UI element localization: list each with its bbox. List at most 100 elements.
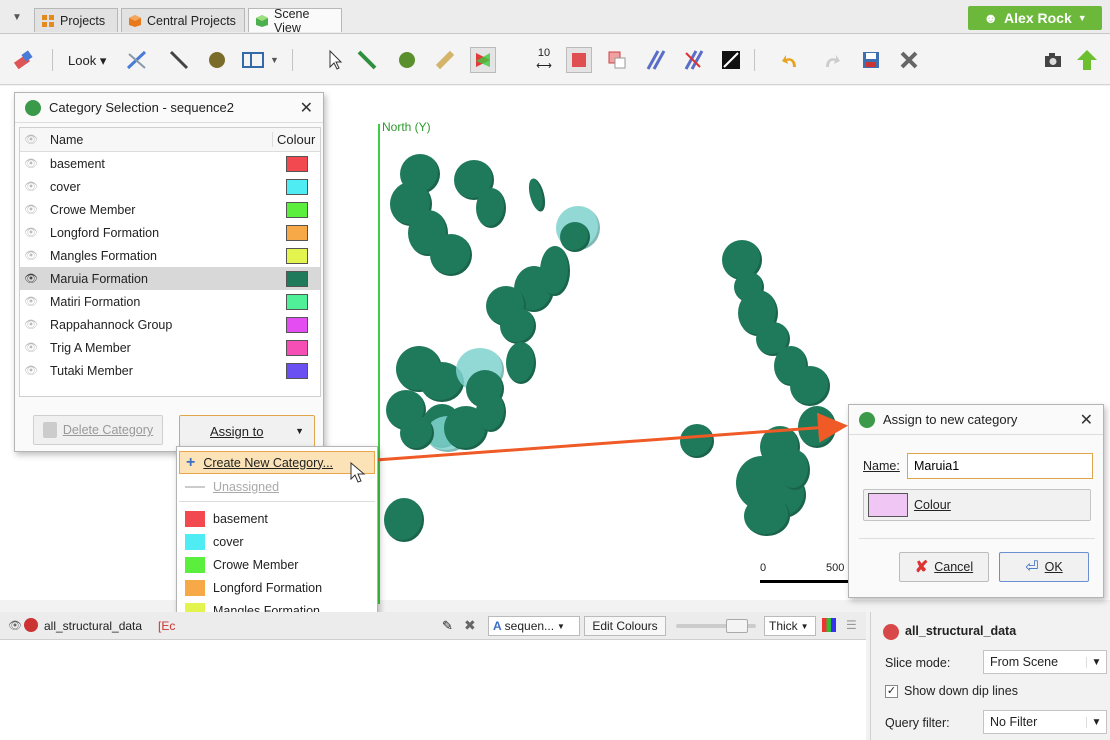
menu-item-create-new-category[interactable]: + Create New Category... <box>179 451 375 474</box>
opacity-slider-handle[interactable] <box>726 619 748 633</box>
eye-icon[interactable]: 👁 <box>20 249 42 262</box>
undo-icon[interactable] <box>778 47 804 73</box>
redo-icon[interactable] <box>818 47 844 73</box>
clip-box-icon[interactable] <box>604 47 630 73</box>
menu-item-label: Longford Formation <box>213 580 323 595</box>
category-row[interactable]: 👁 Rappahannock Group <box>20 313 320 336</box>
edit-colours-button[interactable]: Edit Colours <box>584 616 666 636</box>
category-row[interactable]: 👁 Crowe Member <box>20 198 320 221</box>
scene-toolbar: Look ▾ ▼ 10 ⟷ <box>0 35 1110 85</box>
menu-item-category[interactable]: basement <box>179 507 375 530</box>
draw-lines-icon[interactable] <box>124 47 150 73</box>
parallel-lines-icon[interactable] <box>642 47 668 73</box>
tab-central-projects[interactable]: Central Projects <box>121 8 245 32</box>
category-row[interactable]: 👁 Longford Formation <box>20 221 320 244</box>
cross-lines-icon[interactable] <box>680 47 706 73</box>
puzzle-icon[interactable] <box>204 47 230 73</box>
cancel-button[interactable]: ✘ Cancel <box>899 552 989 582</box>
delete-category-label: Delete Category <box>62 423 154 437</box>
category-row[interactable]: 👁 Tutaki Member <box>20 359 320 382</box>
eraser-icon[interactable] <box>10 47 36 73</box>
ok-button[interactable]: ⏎ OK <box>999 552 1089 582</box>
category-row[interactable]: 👁 Matiri Formation <box>20 290 320 313</box>
category-row[interactable]: 👁 basement <box>20 152 320 175</box>
slice-mode-value: From Scene <box>990 655 1059 669</box>
category-colour-swatch[interactable] <box>286 316 308 333</box>
eye-icon[interactable]: 👁 <box>20 272 42 285</box>
category-colour-swatch[interactable] <box>286 201 308 218</box>
camera-icon[interactable] <box>1040 47 1066 73</box>
save-icon[interactable] <box>858 47 884 73</box>
assign-to-button[interactable]: Assign to ▼ <box>179 415 315 447</box>
dialog-divider <box>859 538 1095 539</box>
eye-icon[interactable]: 👁 <box>20 203 42 216</box>
slice-mode-select[interactable]: From Scene ▼ <box>983 650 1107 674</box>
list-icon[interactable]: ☰ <box>846 618 857 632</box>
dialog-title: Assign to new category <box>883 412 1018 427</box>
category-row[interactable]: 👁 Maruia Formation <box>20 267 320 290</box>
eye-icon[interactable]: 👁 <box>8 619 22 632</box>
category-row[interactable]: 👁 cover <box>20 175 320 198</box>
eye-icon[interactable]: 👁 <box>20 318 42 331</box>
menu-item-category[interactable]: Crowe Member <box>179 553 375 576</box>
upload-icon[interactable] <box>1074 47 1100 73</box>
slice-plane-icon[interactable] <box>470 47 496 73</box>
tab-projects[interactable]: Projects <box>34 8 118 32</box>
category-colour-swatch <box>185 556 205 573</box>
green-pencil-icon[interactable] <box>354 47 380 73</box>
category-row[interactable]: 👁 Mangles Formation <box>20 244 320 267</box>
tab-list-dropdown-icon[interactable]: ▼ <box>12 12 22 23</box>
category-colour-swatch[interactable] <box>286 270 308 287</box>
delete-category-button[interactable]: Delete Category <box>33 415 163 445</box>
close-icon[interactable]: ✖ <box>464 617 476 634</box>
close-icon[interactable] <box>896 47 922 73</box>
eye-icon[interactable]: 👁 <box>20 295 42 308</box>
layout-icon[interactable] <box>240 47 266 73</box>
ruler-icon[interactable] <box>432 47 458 73</box>
colouring-select[interactable]: A sequen... ▼ <box>488 616 580 636</box>
checkbox-icon: ✓ <box>885 684 898 698</box>
category-colour-swatch[interactable] <box>286 178 308 195</box>
thickness-select[interactable]: Thick ▼ <box>764 616 816 636</box>
properties-pane: all_structural_data Slice mode: From Sce… <box>870 612 1110 740</box>
unassigned-icon <box>185 485 205 488</box>
menu-item-label: Crowe Member <box>213 557 299 572</box>
menu-item-category[interactable]: Longford Formation <box>179 576 375 599</box>
box-slice-icon[interactable] <box>566 47 592 73</box>
category-colour-swatch[interactable] <box>286 362 308 379</box>
eye-icon[interactable]: 👁 <box>20 341 42 354</box>
eye-icon[interactable]: 👁 <box>20 180 42 193</box>
menu-item-category[interactable]: cover <box>179 530 375 553</box>
category-colour-swatch[interactable] <box>286 155 308 172</box>
colour-button[interactable]: Colour <box>863 489 1091 521</box>
category-name: Mangles Formation <box>50 248 157 263</box>
legend-icon[interactable] <box>822 618 836 632</box>
show-dip-lines-checkbox[interactable]: ✓ Show down dip lines <box>885 684 1018 698</box>
layer-name[interactable]: all_structural_data <box>44 619 142 633</box>
category-colour-swatch[interactable] <box>286 339 308 356</box>
category-name-input[interactable] <box>907 453 1093 479</box>
category-row[interactable]: 👁 Trig A Member <box>20 336 320 359</box>
tab-label: Central Projects <box>147 13 236 28</box>
pencil-icon[interactable] <box>166 47 192 73</box>
tab-scene-view[interactable]: Scene View <box>248 7 342 35</box>
layout-dropdown-icon[interactable]: ▼ <box>270 55 279 65</box>
look-menu-button[interactable]: Look ▾ <box>68 53 106 69</box>
hide-icon[interactable] <box>718 47 744 73</box>
category-colour-swatch[interactable] <box>286 224 308 241</box>
category-colour-swatch[interactable] <box>286 293 308 310</box>
user-menu-button[interactable]: ☻ Alex Rock ▼ <box>968 6 1102 30</box>
eye-icon[interactable]: 👁 <box>20 157 42 170</box>
eye-icon[interactable]: 👁 <box>20 226 42 239</box>
pick-icon[interactable]: ✎ <box>442 618 453 634</box>
query-filter-select[interactable]: No Filter ▼ <box>983 710 1107 734</box>
user-icon: ☻ <box>983 10 999 26</box>
close-icon[interactable]: ✕ <box>300 98 313 118</box>
close-icon[interactable]: ✕ <box>1080 410 1093 430</box>
menu-item-unassigned[interactable]: Unassigned <box>179 475 375 498</box>
scale-indicator[interactable]: 10 ⟷ <box>534 47 554 72</box>
select-cursor-icon[interactable] <box>322 47 348 73</box>
eye-icon[interactable]: 👁 <box>20 364 42 377</box>
green-puzzle-icon[interactable] <box>394 47 420 73</box>
category-colour-swatch[interactable] <box>286 247 308 264</box>
